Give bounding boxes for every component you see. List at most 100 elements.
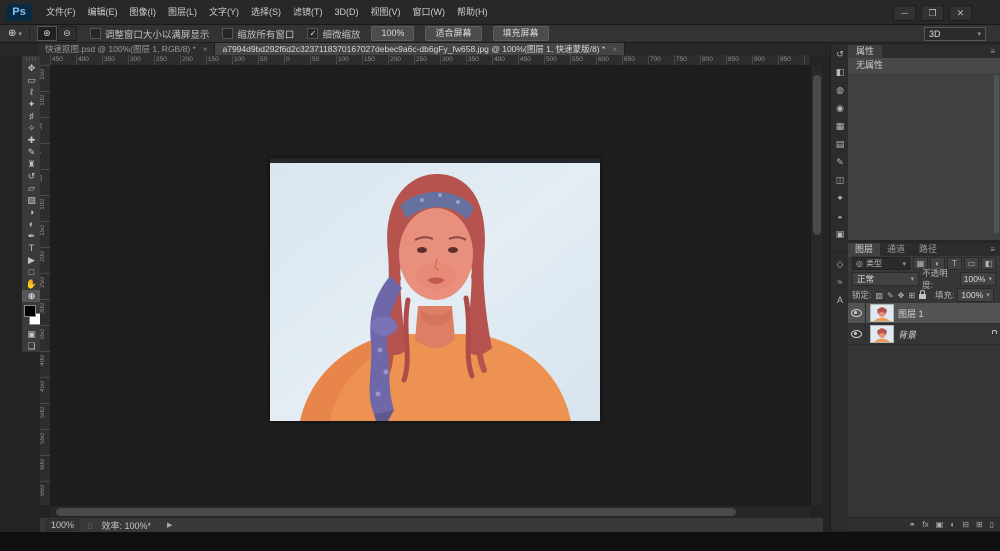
spot-healing-brush-tool[interactable]: ✚ [22,134,41,146]
rectangular-marquee-tool[interactable]: ▭ [22,74,41,86]
window-minimize-button[interactable]: ─ [893,5,916,21]
screen-mode-button[interactable]: ❏ [22,340,41,352]
zoom-all-windows-checkbox[interactable]: 缩放所有窗口 [222,27,294,41]
delete-layer-icon[interactable]: ▯ [990,520,994,529]
workspace-switcher[interactable]: 3D ▾ [924,27,986,41]
quick-selection-tool[interactable]: ✦ [22,98,41,110]
dock-notes-icon[interactable]: ▣ [831,225,849,243]
opacity-field[interactable]: 100% ▾ [960,272,996,286]
dock-color-icon[interactable]: ▦ [831,117,849,135]
menu-item[interactable]: 文件(F) [40,0,82,24]
pen-tool[interactable]: ✒ [22,230,41,242]
dock-styles-icon[interactable]: ◍ [831,81,849,99]
menu-item[interactable]: 图像(I) [124,0,163,24]
dock-clone-source-icon[interactable]: ◫ [831,171,849,189]
document-tab[interactable]: a7994d9bd292f6d2c3237118370167027debec9a… [215,43,624,55]
panel-grip[interactable] [26,57,37,61]
tab-图层[interactable]: 图层 [848,243,880,256]
visibility-toggle[interactable] [848,324,866,344]
fit-screen-button[interactable]: 适合屏幕 [425,26,481,41]
link-layers-icon[interactable]: ⚭ [909,520,916,529]
resize-windows-to-fit-checkbox[interactable]: 调整窗口大小以满屏显示 [90,27,210,41]
tab-路径[interactable]: 路径 [912,243,944,256]
rectangle-shape-tool[interactable]: □ [22,266,41,278]
dock-swatches-icon[interactable]: ▤ [831,135,849,153]
menu-item[interactable]: 3D(D) [329,0,365,24]
menu-item[interactable]: 窗口(W) [407,0,452,24]
horizontal-type-tool[interactable]: T [22,242,41,254]
menu-item[interactable]: 帮助(H) [451,0,494,24]
menu-item[interactable]: 滤镜(T) [287,0,329,24]
zoom-100-button[interactable]: 100% [371,26,414,41]
canvas-image[interactable] [270,158,600,421]
menu-item[interactable]: 编辑(E) [82,0,124,24]
menu-item[interactable]: 选择(S) [245,0,287,24]
brush-tool[interactable]: ✎ [22,146,41,158]
eyedropper-tool[interactable]: ✧ [22,122,41,134]
fill-screen-button[interactable]: 填充屏幕 [493,26,549,41]
new-layer-icon[interactable]: ⊞ [976,520,983,529]
dock-navigator-icon[interactable]: ✦ [831,189,849,207]
clone-stamp-tool[interactable]: ♜ [22,158,41,170]
filter-kind-dropdown[interactable]: ◎ 类型 ▾ [852,257,910,270]
window-close-button[interactable]: ✕ [949,5,972,21]
lock-image-pixels-icon[interactable]: ✎ [887,291,894,300]
tab-properties[interactable]: 属性 [848,45,882,58]
history-brush-tool[interactable]: ↺ [22,170,41,182]
panel-menu-icon[interactable]: ≡ [990,245,995,254]
lock-artboard-icon[interactable]: ⊞ [908,291,915,300]
eraser-tool[interactable]: ▱ [22,182,41,194]
gradient-tool[interactable]: ▨ [22,194,41,206]
path-selection-tool[interactable]: ▶ [22,254,41,266]
layer-style-icon[interactable]: fx [923,520,929,529]
panel-menu-icon[interactable]: ≡ [990,45,995,58]
dock-adjustments-icon[interactable]: ◧ [831,63,849,81]
menu-item[interactable]: 图层(L) [162,0,203,24]
new-adjustment-layer-icon[interactable]: ◐ [950,520,955,529]
window-restore-button[interactable]: ❐ [921,5,944,21]
layer-row[interactable]: 背景 [848,324,1000,345]
dock-3d-icon[interactable]: ◇ [831,255,849,273]
zoom-in-button[interactable]: ⊕ [37,26,57,41]
status-menu-arrow-icon[interactable]: ▶ [167,521,172,529]
menu-item[interactable]: 视图(V) [365,0,407,24]
layer-row[interactable]: 图层 1 [848,303,1000,324]
dock-timeline-icon[interactable]: ◒ [831,207,849,225]
hand-tool[interactable]: ✋ [22,278,41,290]
dodge-tool[interactable]: ◐ [22,218,41,230]
foreground-color-swatch[interactable] [24,305,36,317]
dock-info-icon[interactable]: ◉ [831,99,849,117]
dock-history-icon[interactable]: ↺ [831,45,849,63]
crop-tool[interactable]: ♯ [22,110,41,122]
filter-smart-objects-icon[interactable]: ◧ [981,257,996,270]
tab-通道[interactable]: 通道 [880,243,912,256]
fill-field[interactable]: 100% ▾ [957,288,993,302]
tab-close-icon[interactable]: × [612,45,617,54]
status-zoom-field[interactable]: 100% [46,519,79,531]
filter-shape-layers-icon[interactable]: ▭ [964,257,979,270]
tab-close-icon[interactable]: × [203,45,208,54]
visibility-toggle[interactable] [848,303,866,323]
move-tool[interactable]: ✥ [22,62,41,74]
blend-mode-select[interactable]: 正常 ▾ [852,272,919,286]
new-group-icon[interactable]: ⊟ [962,520,969,529]
lock-position-icon[interactable]: ✥ [898,291,905,300]
lock-all-icon[interactable] [919,294,926,299]
zoom-tool[interactable]: ⊕ [22,290,41,302]
add-layer-mask-icon[interactable]: ▣ [936,520,944,529]
lasso-tool[interactable]: ℓ [22,86,41,98]
active-tool-badge[interactable]: ⊕ ▾ [8,28,22,39]
vertical-scrollbar-thumb[interactable] [813,75,821,235]
document-tab[interactable]: 快速抠图.psd @ 100%(图层 1, RGB/8) *× [38,43,215,55]
properties-scrollbar[interactable] [994,75,999,233]
dock-glyphs-icon[interactable]: ≈ [831,273,849,291]
scrubby-zoom-checkbox[interactable]: ✓细微缩放 [307,27,360,41]
zoom-out-button[interactable]: ⊖ [57,26,77,41]
lock-transparent-pixels-icon[interactable]: ▨ [875,291,883,300]
vertical-scrollbar[interactable] [810,65,823,505]
dock-brush-settings-icon[interactable]: ✎ [831,153,849,171]
menu-item[interactable]: 文字(Y) [203,0,245,24]
dock-character-icon[interactable]: A [831,291,849,309]
color-swatches[interactable] [23,304,40,326]
quick-mask-mode-button[interactable]: ▣ [22,328,41,340]
